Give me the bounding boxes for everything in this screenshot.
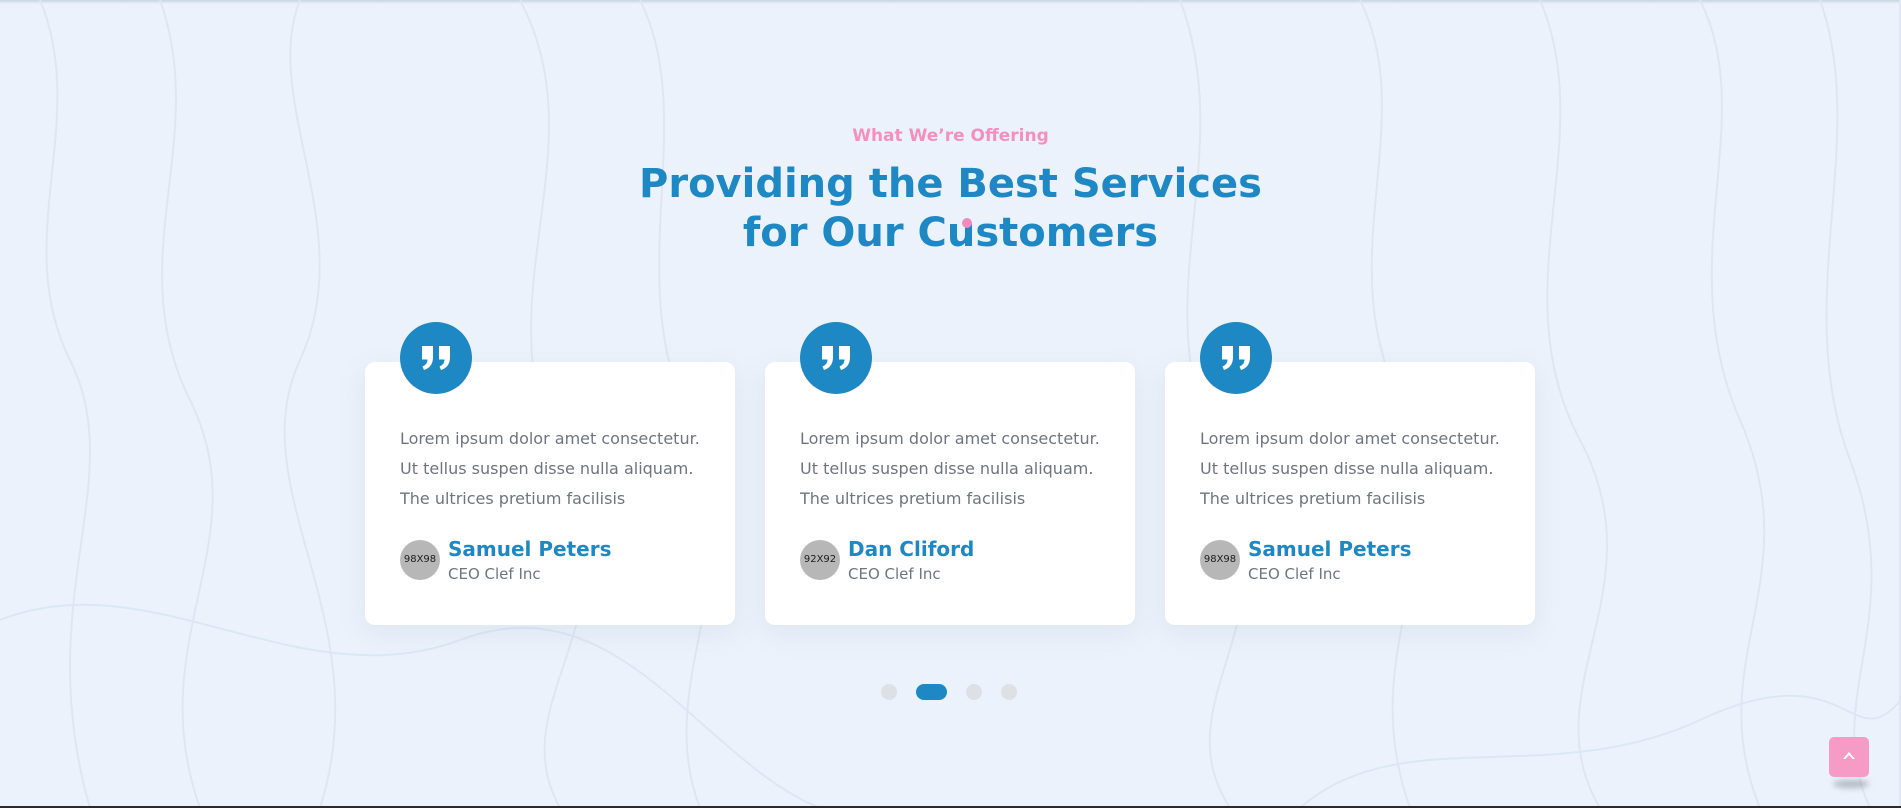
author-role: CEO Clef Inc (448, 565, 541, 583)
testimonial-quote: Lorem ipsum dolor amet consectetur. Ut t… (1200, 429, 1500, 508)
avatar: 98X98 (400, 540, 440, 580)
quote-badge (400, 322, 472, 394)
carousel-pagination (0, 684, 1901, 700)
quote-icon (1222, 346, 1250, 370)
testimonial-quote: Lorem ipsum dolor amet consectetur. Ut t… (400, 429, 700, 508)
author-role: CEO Clef Inc (848, 565, 941, 583)
author-name: Samuel Peters (448, 537, 612, 561)
carousel-dot-3[interactable] (966, 684, 982, 700)
scroll-to-top-button[interactable] (1829, 737, 1869, 777)
avatar: 92X92 (800, 540, 840, 580)
section-heading: Providing the Best Services for Our Cust… (0, 160, 1901, 258)
carousel-dot-4[interactable] (1001, 684, 1017, 700)
author-role: CEO Clef Inc (1248, 565, 1341, 583)
decorative-dot (962, 218, 972, 228)
scroll-top-shadow (1833, 780, 1869, 788)
avatar: 98X98 (1200, 540, 1240, 580)
author-name: Dan Cliford (848, 537, 975, 561)
header-shadow (0, 0, 1901, 4)
carousel-dot-1[interactable] (881, 684, 897, 700)
carousel-dot-2[interactable] (916, 684, 947, 700)
section-subtitle: What We’re Offering (852, 126, 1049, 146)
testimonial-quote: Lorem ipsum dolor amet consectetur. Ut t… (800, 429, 1100, 508)
quote-icon (422, 346, 450, 370)
section-heading-line-1: Providing the Best Services (639, 161, 1262, 207)
chevron-up-icon (1843, 752, 1855, 759)
quote-badge (800, 322, 872, 394)
author-name: Samuel Peters (1248, 537, 1412, 561)
quote-icon (822, 346, 850, 370)
testimonial-card: Lorem ipsum dolor amet consectetur. Ut t… (765, 322, 1135, 625)
testimonial-card: Lorem ipsum dolor amet consectetur. Ut t… (365, 322, 735, 625)
testimonial-card: Lorem ipsum dolor amet consectetur. Ut t… (1165, 322, 1535, 625)
quote-badge (1200, 322, 1272, 394)
section-heading-line-2: for Our Customers (742, 210, 1159, 256)
